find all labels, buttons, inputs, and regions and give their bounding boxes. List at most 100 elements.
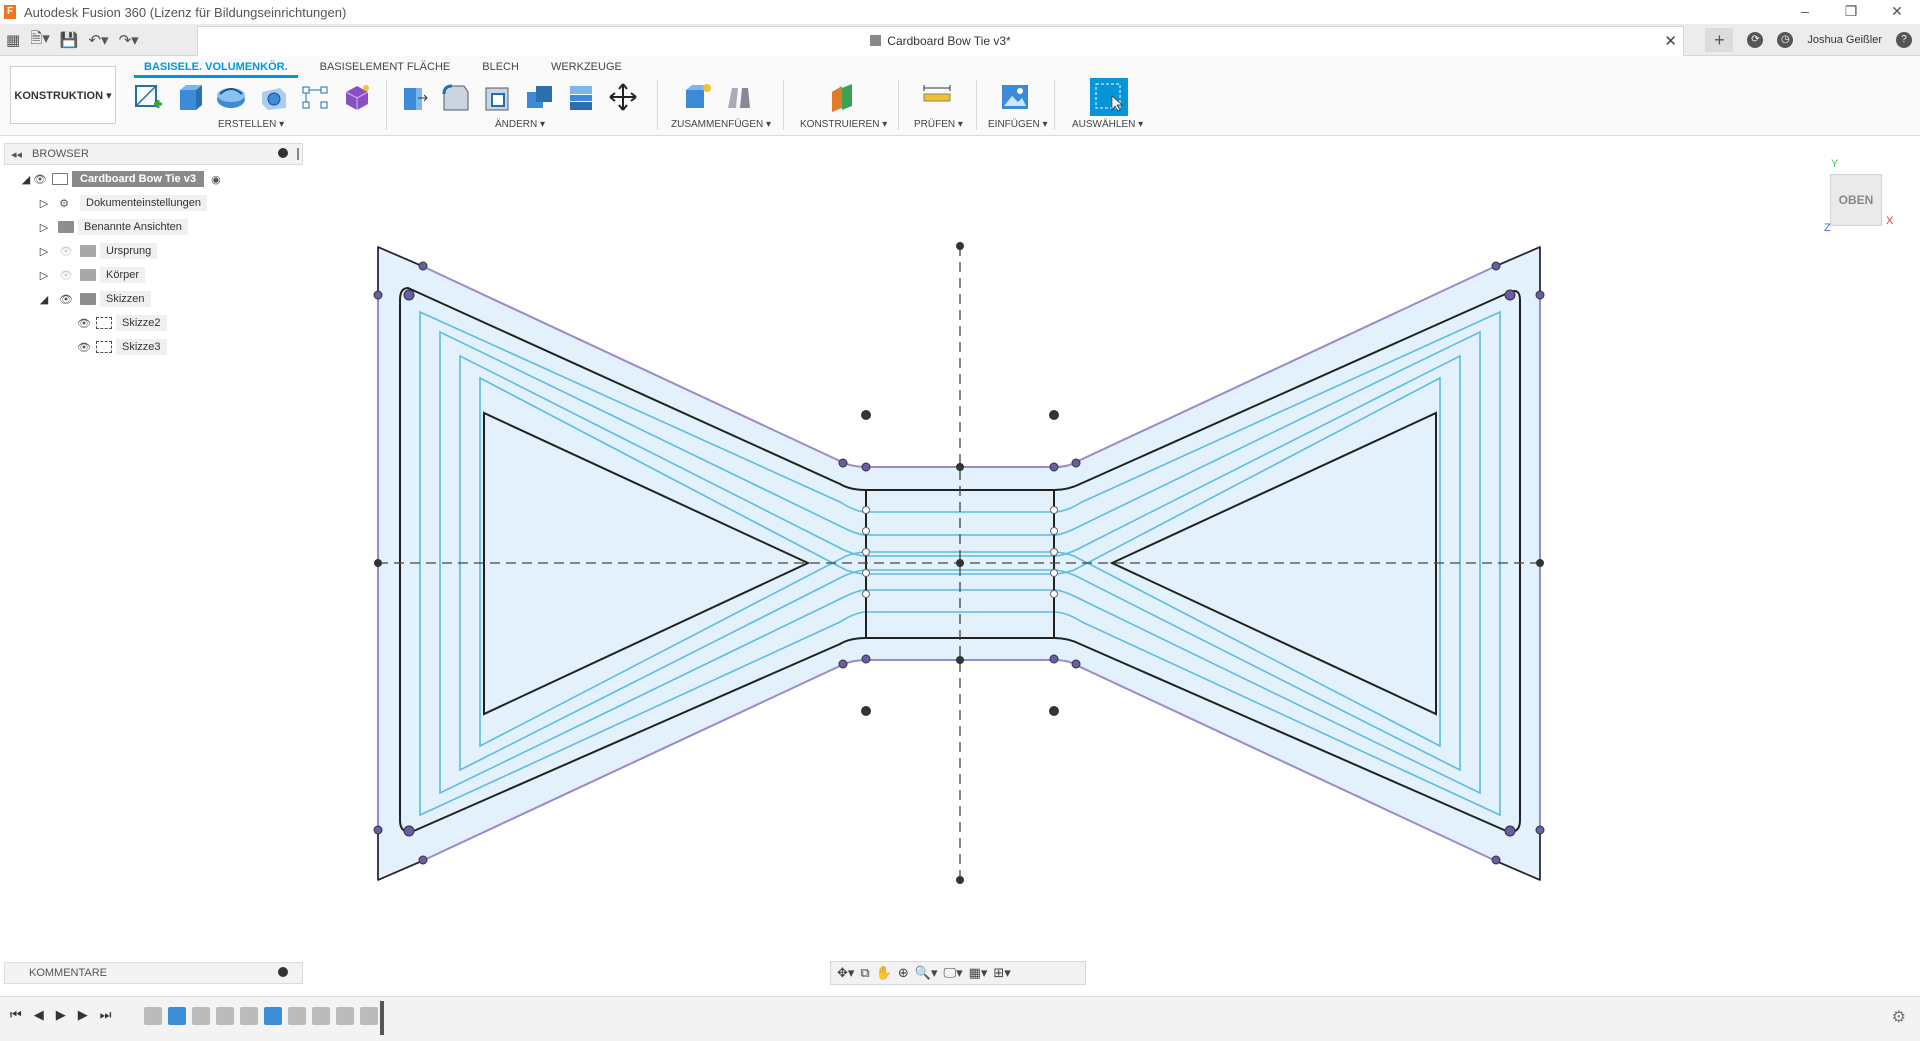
- collapsed-triangle-icon[interactable]: ▷: [38, 197, 50, 210]
- tree-item-document-settings[interactable]: ▷ ⚙ Dokumenteinstellungen: [38, 194, 207, 212]
- timeline-feature[interactable]: [192, 1007, 210, 1025]
- zoom-icon[interactable]: ⊕: [898, 965, 909, 981]
- select-icon[interactable]: [1090, 78, 1128, 116]
- data-panel-grid-icon[interactable]: ▦: [6, 31, 20, 49]
- restore-button[interactable]: ❐: [1828, 0, 1874, 24]
- new-component-icon[interactable]: [680, 80, 714, 114]
- expanded-triangle-icon[interactable]: ◢: [38, 293, 50, 306]
- close-window-button[interactable]: ✕: [1874, 0, 1920, 24]
- tree-item-label[interactable]: Körper: [100, 267, 146, 283]
- file-menu-icon[interactable]: 🗎▾: [30, 28, 50, 53]
- pan-icon[interactable]: ✋: [876, 965, 892, 981]
- tree-root[interactable]: ◢ 👁 Cardboard Bow Tie v3 ◉: [20, 170, 224, 188]
- timeline-feature[interactable]: [144, 1007, 162, 1025]
- group-create[interactable]: ERSTELLEN ▾: [218, 119, 284, 130]
- gear-icon[interactable]: ⚙: [1892, 1007, 1906, 1027]
- browser-pin-icon[interactable]: [278, 148, 288, 158]
- timeline-feature[interactable]: [336, 1007, 354, 1025]
- comments-panel[interactable]: KOMMENTARE: [4, 962, 303, 984]
- group-insert[interactable]: EINFÜGEN ▾: [988, 119, 1047, 130]
- shell-icon[interactable]: [480, 80, 514, 114]
- group-inspect[interactable]: PRÜFEN ▾: [914, 119, 963, 130]
- measure-icon[interactable]: [920, 80, 954, 114]
- group-assemble[interactable]: ZUSAMMENFÜGEN ▾: [671, 119, 771, 130]
- hole-icon[interactable]: [256, 80, 290, 114]
- visibility-eye-icon[interactable]: 👁: [58, 293, 74, 306]
- tree-item-label[interactable]: Skizze3: [116, 339, 167, 355]
- look-at-icon[interactable]: ⧉: [860, 965, 869, 981]
- fillet-icon[interactable]: [438, 80, 472, 114]
- hidden-eye-icon[interactable]: 👁: [58, 269, 74, 282]
- collapsed-triangle-icon[interactable]: ▷: [38, 221, 50, 234]
- minimize-button[interactable]: –: [1782, 0, 1828, 24]
- undo-icon[interactable]: ↶▾: [88, 31, 108, 49]
- browser-panel-header[interactable]: ◂◂ BROWSER: [4, 143, 303, 165]
- tree-item-named-views[interactable]: ▷ Benannte Ansichten: [38, 218, 188, 236]
- form-icon[interactable]: [340, 80, 374, 114]
- clock-icon[interactable]: ◷: [1777, 32, 1794, 48]
- extrude-icon[interactable]: [172, 80, 206, 114]
- tab-surface[interactable]: BASISELEMENT FLÄCHE: [310, 58, 461, 78]
- insert-image-icon[interactable]: [998, 80, 1032, 114]
- move-icon[interactable]: [606, 80, 640, 114]
- visibility-eye-icon[interactable]: 👁: [76, 317, 92, 330]
- group-modify[interactable]: ÄNDERN ▾: [495, 119, 545, 130]
- pattern-icon[interactable]: [298, 80, 332, 114]
- document-tab[interactable]: Cardboard Bow Tie v3* ✕: [197, 26, 1684, 56]
- timeline-marker[interactable]: [380, 1001, 384, 1035]
- visibility-eye-icon[interactable]: 👁: [32, 173, 48, 186]
- job-status-icon[interactable]: ⟳: [1747, 32, 1764, 48]
- timeline-step-forward-icon[interactable]: ▶: [78, 1007, 88, 1023]
- hidden-eye-icon[interactable]: 👁: [58, 245, 74, 258]
- tab-tools[interactable]: WERKZEUGE: [541, 58, 632, 78]
- tree-item-label[interactable]: Skizzen: [100, 291, 151, 307]
- timeline-start-icon[interactable]: ⏮: [10, 1007, 22, 1023]
- user-account[interactable]: Joshua Geißler: [1807, 34, 1882, 46]
- tree-item-sketch2[interactable]: 👁 Skizze2: [76, 314, 167, 332]
- save-icon[interactable]: 💾: [60, 31, 79, 49]
- revolve-icon[interactable]: [214, 80, 248, 114]
- collapsed-triangle-icon[interactable]: ▷: [38, 269, 50, 282]
- joint-icon[interactable]: [722, 80, 756, 114]
- tree-item-origin[interactable]: ▷ 👁 Ursprung: [38, 242, 158, 260]
- timeline-feature[interactable]: [264, 1007, 282, 1025]
- press-pull-icon[interactable]: [396, 80, 430, 114]
- offset-plane-icon[interactable]: [826, 80, 860, 114]
- tree-root-label[interactable]: Cardboard Bow Tie v3: [72, 171, 204, 187]
- new-tab-button[interactable]: +: [1705, 28, 1734, 52]
- display-settings-icon[interactable]: 🖵▾: [944, 965, 963, 981]
- tab-sheet-metal[interactable]: BLECH: [472, 58, 529, 78]
- expanded-triangle-icon[interactable]: ◢: [20, 173, 32, 186]
- create-sketch-icon[interactable]: [130, 80, 164, 114]
- timeline-play-icon[interactable]: ▶: [56, 1007, 66, 1023]
- redo-icon[interactable]: ↷▾: [119, 31, 139, 49]
- timeline-feature[interactable]: [216, 1007, 234, 1025]
- orbit-icon[interactable]: ✥▾: [837, 965, 854, 981]
- fit-icon[interactable]: 🔍▾: [915, 965, 938, 981]
- group-select[interactable]: AUSWÄHLEN ▾: [1072, 119, 1143, 130]
- combine-icon[interactable]: [522, 80, 556, 114]
- tree-item-bodies[interactable]: ▷ 👁 Körper: [38, 266, 146, 284]
- group-construct[interactable]: KONSTRUIEREN ▾: [800, 119, 887, 130]
- view-cube[interactable]: OBEN: [1830, 174, 1882, 226]
- timeline-feature[interactable]: [240, 1007, 258, 1025]
- help-icon[interactable]: ?: [1896, 32, 1912, 48]
- timeline-feature[interactable]: [360, 1007, 378, 1025]
- add-comment-icon[interactable]: [278, 967, 288, 977]
- collapsed-triangle-icon[interactable]: ▷: [38, 245, 50, 258]
- timeline-feature[interactable]: [312, 1007, 330, 1025]
- browser-grip-icon[interactable]: [297, 148, 299, 160]
- tree-item-sketch3[interactable]: 👁 Skizze3: [76, 338, 167, 356]
- activate-radio-icon[interactable]: ◉: [208, 173, 224, 186]
- tree-item-sketches[interactable]: ◢ 👁 Skizzen: [38, 290, 151, 308]
- tree-item-label[interactable]: Benannte Ansichten: [78, 219, 188, 235]
- split-body-icon[interactable]: [564, 80, 598, 114]
- viewports-icon[interactable]: ⊞▾: [993, 965, 1010, 981]
- tree-item-label[interactable]: Dokumenteinstellungen: [80, 195, 207, 211]
- timeline-step-back-icon[interactable]: ◀: [34, 1007, 44, 1023]
- tab-solid[interactable]: BASISELE. VOLUMENKÖR.: [134, 58, 298, 78]
- tree-item-label[interactable]: Ursprung: [100, 243, 158, 259]
- timeline-feature[interactable]: [288, 1007, 306, 1025]
- collapse-browser-icon[interactable]: ◂◂: [11, 148, 22, 161]
- tree-item-label[interactable]: Skizze2: [116, 315, 167, 331]
